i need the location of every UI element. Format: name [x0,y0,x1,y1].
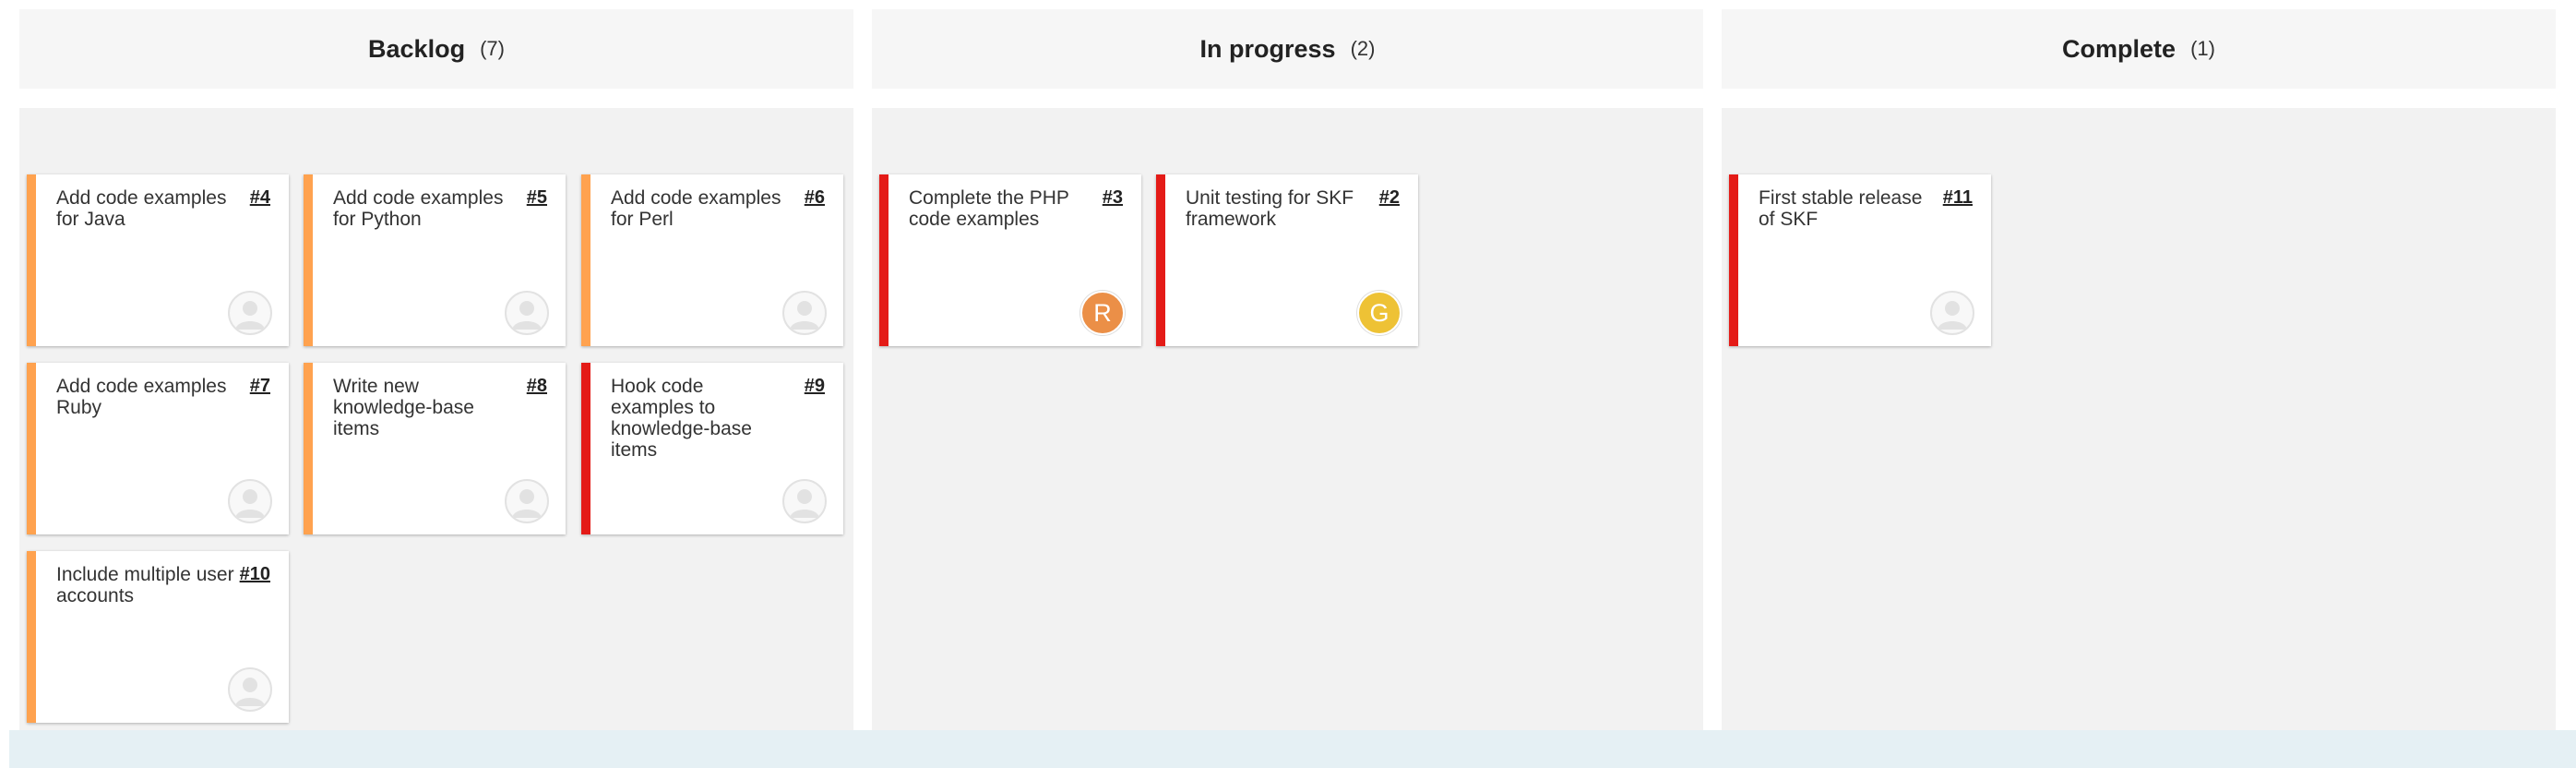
task-card[interactable]: First stable release of SKF #11 [1729,174,1991,346]
issue-number-link[interactable]: #10 [240,564,270,585]
card-title: Hook code examples to knowledge-base ite… [611,376,752,461]
empty-user-icon[interactable] [228,291,272,335]
card-title: Include multiple user accounts [56,564,234,606]
issue-number-link[interactable]: #3 [1103,187,1123,209]
priority-stripe [27,551,36,723]
column-count: (1) [2190,37,2215,60]
task-card[interactable]: Add code examples for Python #5 [304,174,566,346]
task-card[interactable]: Hook code examples to knowledge-base ite… [581,363,843,534]
task-card[interactable]: Add code examples Ruby #7 [27,363,289,534]
card-title: First stable release of SKF [1759,187,1923,230]
card-title: Add code examples for Perl [611,187,781,230]
column-body-complete[interactable]: First stable release of SKF #11 [1722,108,2556,768]
issue-number-link[interactable]: #11 [1943,187,1973,209]
task-card[interactable]: Add code examples for Perl #6 [581,174,843,346]
empty-user-icon[interactable] [505,479,549,523]
priority-stripe [581,174,590,346]
issue-number-link[interactable]: #6 [805,187,825,209]
column-header-complete: Complete (1) [1722,9,2556,89]
card-title: Write new knowledge-base items [333,376,474,439]
user-avatar[interactable]: R [1080,291,1125,335]
task-card[interactable]: Add code examples for Java #4 [27,174,289,346]
priority-stripe [27,174,36,346]
issue-number-link[interactable]: #5 [527,187,547,209]
column-header-backlog: Backlog (7) [19,9,853,89]
priority-stripe [27,363,36,534]
task-card[interactable]: Complete the PHP code examples #3 R [879,174,1141,346]
card-title: Add code examples Ruby [56,376,227,418]
user-avatar[interactable]: G [1357,291,1401,335]
priority-stripe [879,174,888,346]
card-title: Add code examples for Java [56,187,227,230]
task-card[interactable]: Write new knowledge-base items #8 [304,363,566,534]
issue-number-link[interactable]: #4 [250,187,270,209]
empty-user-icon[interactable] [1930,291,1974,335]
task-card[interactable]: Unit testing for SKF framework #2 G [1156,174,1418,346]
card-title: Complete the PHP code examples [909,187,1069,230]
priority-stripe [1729,174,1738,346]
priority-stripe [1156,174,1165,346]
column-count: (2) [1350,37,1376,60]
empty-user-icon[interactable] [782,479,827,523]
priority-stripe [304,363,313,534]
card-title: Add code examples for Python [333,187,504,230]
priority-stripe [581,363,590,534]
empty-user-icon[interactable] [782,291,827,335]
task-card[interactable]: Include multiple user accounts #10 [27,551,289,723]
empty-user-icon[interactable] [228,667,272,712]
column-count: (7) [480,37,505,60]
column-header-in-progress: In progress (2) [872,9,1703,89]
issue-number-link[interactable]: #8 [527,376,547,397]
issue-number-link[interactable]: #7 [250,376,270,397]
card-title: Unit testing for SKF framework [1186,187,1354,230]
column-title: Backlog [368,34,466,63]
empty-user-icon[interactable] [505,291,549,335]
issue-number-link[interactable]: #2 [1379,187,1400,209]
column-title: In progress [1199,34,1336,63]
column-body-backlog[interactable]: Add code examples for Java #4 Add code e… [19,108,853,768]
column-body-in-progress[interactable]: Complete the PHP code examples #3 R Unit… [872,108,1703,768]
empty-user-icon[interactable] [228,479,272,523]
bottom-bar [9,730,2576,768]
priority-stripe [304,174,313,346]
issue-number-link[interactable]: #9 [805,376,825,397]
column-title: Complete [2062,34,2176,63]
